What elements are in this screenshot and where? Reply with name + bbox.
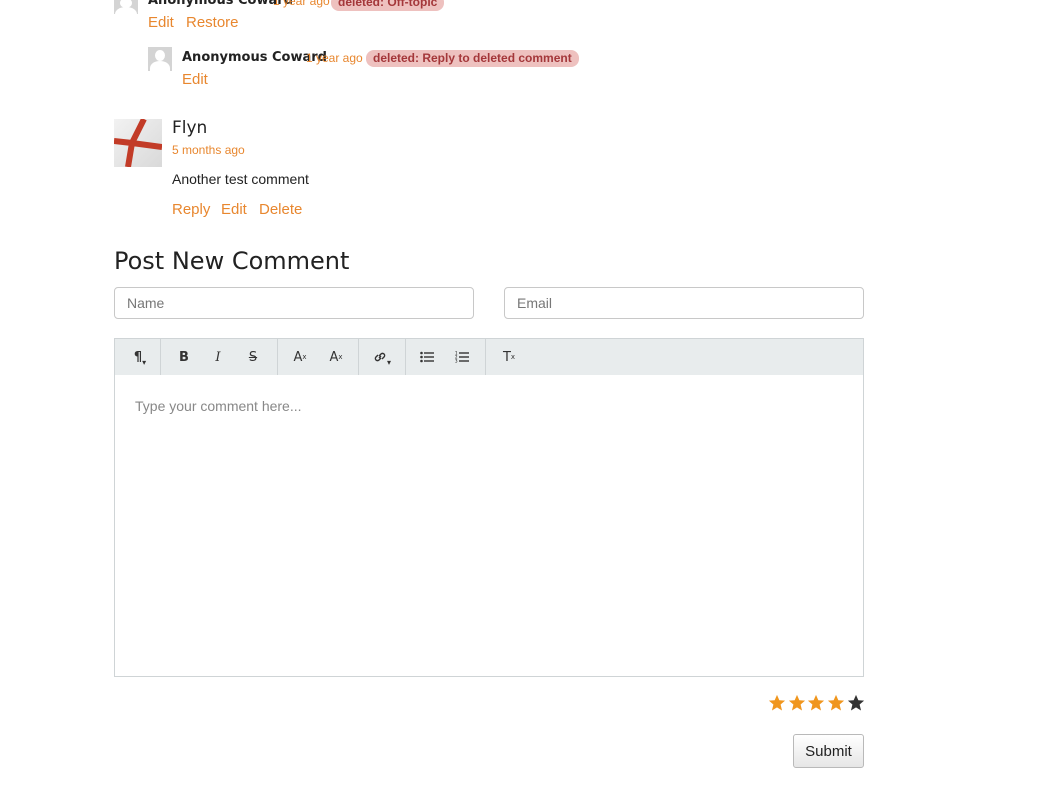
comment-timestamp[interactable]: 5 months ago [172, 143, 245, 157]
toolbar-divider [358, 339, 359, 375]
toolbar-divider [405, 339, 406, 375]
edit-link[interactable]: Edit [148, 14, 174, 31]
reply-link[interactable]: Reply [172, 201, 210, 218]
comment-author: Flyn [172, 118, 208, 138]
star-icon[interactable] [807, 694, 825, 712]
star-icon[interactable] [827, 694, 845, 712]
delete-link[interactable]: Delete [259, 201, 302, 218]
comment-author: Anonymous Coward [148, 0, 293, 8]
star-icon[interactable] [847, 694, 865, 712]
avatar [114, 0, 138, 14]
submit-button[interactable]: Submit [793, 734, 864, 768]
toolbar-divider [277, 339, 278, 375]
comment-body: Another test comment [172, 171, 309, 187]
status-badge: deleted: Off-topic [331, 0, 445, 11]
bulleted-list-icon[interactable] [410, 339, 444, 375]
strikethrough-icon[interactable]: S [236, 339, 270, 375]
name-field[interactable] [114, 287, 474, 319]
italic-icon[interactable]: I [201, 339, 235, 375]
editor-placeholder: Type your comment here... [135, 398, 302, 414]
edit-link[interactable]: Edit [221, 201, 247, 218]
subscript-icon[interactable]: Ax [319, 339, 353, 375]
clear-formatting-icon[interactable]: Tx [492, 339, 526, 375]
paragraph-format-icon[interactable]: ¶ ▾ [123, 339, 157, 375]
email-field[interactable] [504, 287, 864, 319]
star-icon[interactable] [788, 694, 806, 712]
editor-toolbar: ¶ ▾ B I S Ax Ax ▾ 123 Tx [114, 338, 864, 375]
avatar [114, 119, 162, 167]
comment-timestamp[interactable]: 1 year ago [306, 51, 363, 65]
superscript-icon[interactable]: Ax [283, 339, 317, 375]
comment-timestamp[interactable]: 1 year ago [273, 0, 330, 8]
restore-link[interactable]: Restore [186, 14, 239, 31]
svg-text:3: 3 [455, 359, 458, 364]
toolbar-divider [485, 339, 486, 375]
status-badge: deleted: Reply to deleted comment [366, 50, 579, 67]
avatar [148, 47, 172, 71]
form-heading: Post New Comment [114, 247, 350, 275]
numbered-list-icon[interactable]: 123 [445, 339, 479, 375]
link-icon[interactable]: ▾ [365, 339, 399, 375]
toolbar-divider [160, 339, 161, 375]
comment-editor[interactable]: Type your comment here... [114, 375, 864, 677]
edit-link[interactable]: Edit [182, 71, 208, 88]
star-icon[interactable] [768, 694, 786, 712]
bold-icon[interactable]: B [167, 339, 201, 375]
